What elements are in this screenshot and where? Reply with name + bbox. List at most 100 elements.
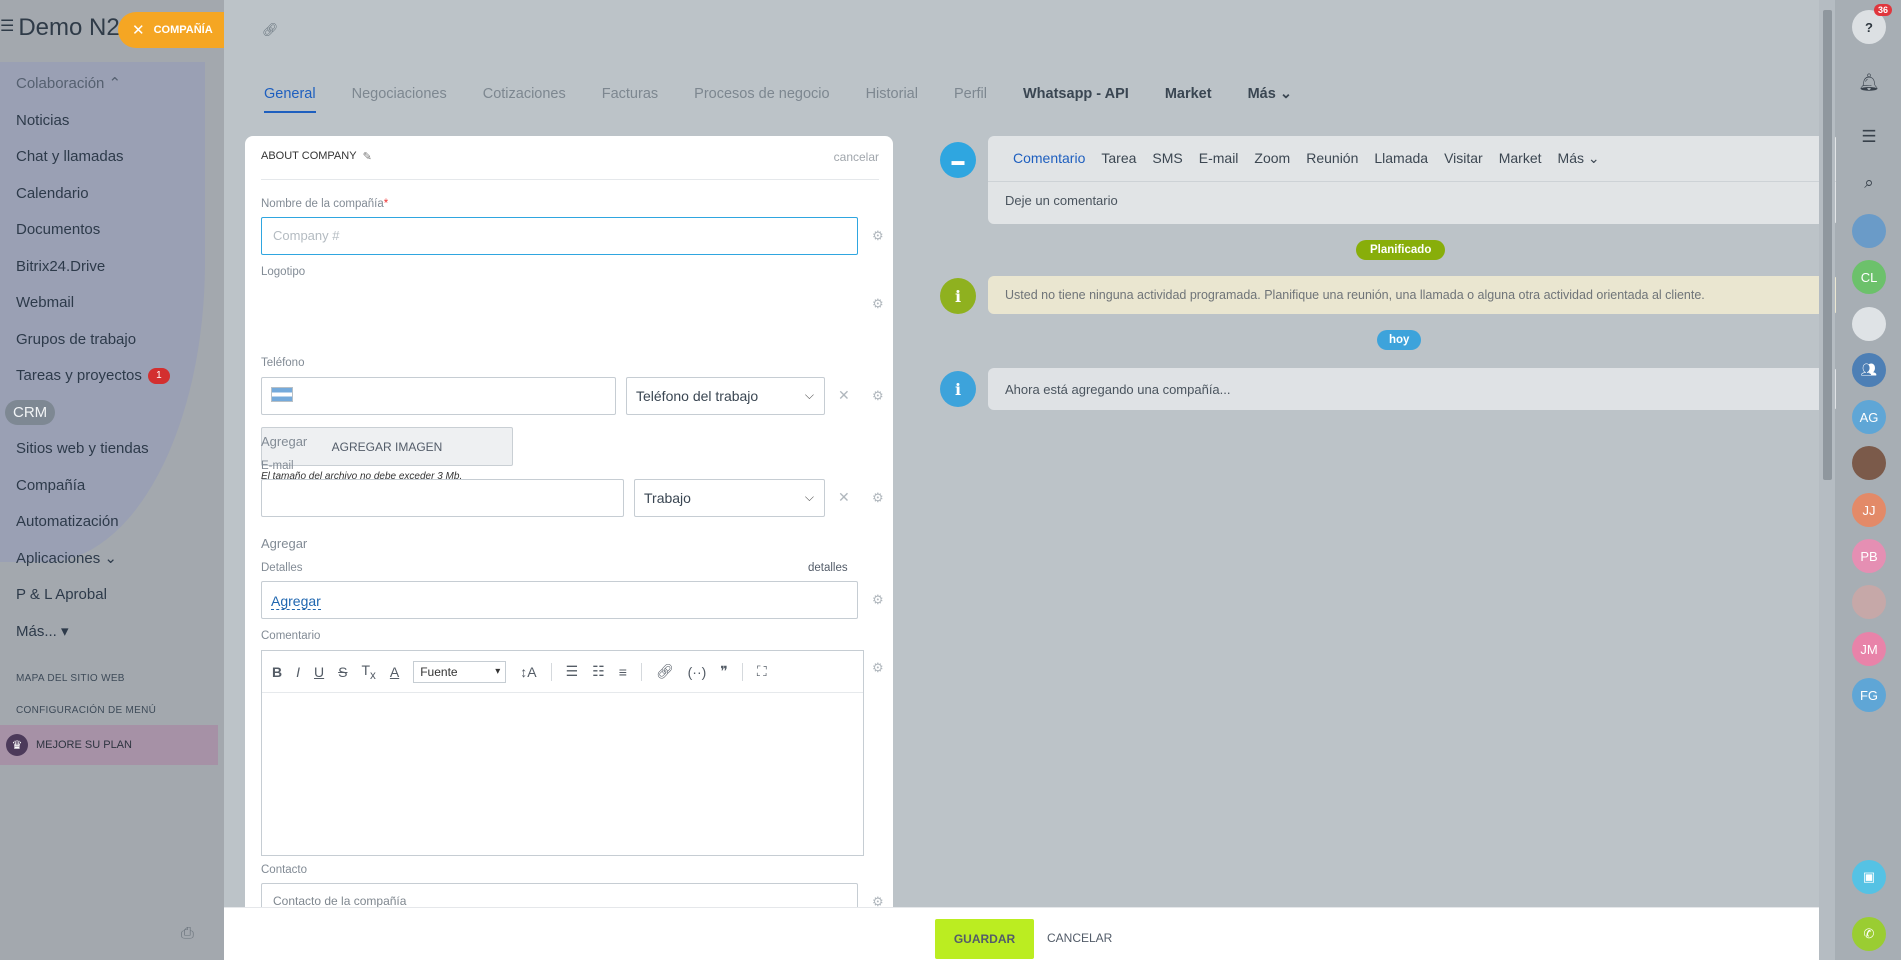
cancel-button[interactable]: CANCELAR [1047, 931, 1112, 945]
sitemap-link[interactable]: MAPA DEL SITIO WEB [16, 673, 125, 684]
details-link[interactable]: detalles [808, 562, 848, 574]
link-icon[interactable]: 🔗︎ [656, 663, 674, 680]
upgrade-plan-button[interactable]: ♛ MEJORE SU PLAN [0, 725, 218, 765]
tab-visitar[interactable]: Visitar [1444, 150, 1483, 181]
sidebar-item-sitios[interactable]: Sitios web y tiendas [16, 431, 224, 468]
telephony-icon[interactable]: ▣ [1852, 860, 1886, 894]
section-cancel-link[interactable]: cancelar [834, 150, 879, 179]
tab-mas[interactable]: Más ⌄ [1558, 150, 1600, 181]
tab-reunion[interactable]: Reunión [1306, 150, 1358, 181]
printer-icon[interactable]: ⎙ [181, 925, 199, 942]
chat-list-icon[interactable]: ☰ [1852, 120, 1886, 154]
strikethrough-icon[interactable]: S [338, 664, 347, 680]
gear-icon[interactable]: ⚙ [872, 490, 884, 506]
avatar[interactable]: JM [1852, 632, 1886, 666]
tab-cotizaciones[interactable]: Cotizaciones [483, 86, 566, 113]
sidebar-item-tareas[interactable]: Tareas y proyectos 1 [16, 358, 224, 395]
tab-sms[interactable]: SMS [1152, 150, 1182, 181]
tab-comentario[interactable]: Comentario [1013, 150, 1085, 181]
add-email-link[interactable]: Agregar [261, 536, 307, 551]
tab-whatsapp[interactable]: Whatsapp - API [1023, 86, 1129, 113]
tab-tarea[interactable]: Tarea [1101, 150, 1136, 181]
sidebar-item-automatizacion[interactable]: Automatización [16, 504, 224, 541]
align-icon[interactable]: ≡ [619, 664, 627, 680]
sidebar-item-grupos[interactable]: Grupos de trabajo [16, 322, 224, 359]
sidebar-item-chat[interactable]: Chat y llamadas [16, 139, 224, 176]
details-add-link[interactable]: Agregar [271, 593, 321, 610]
remove-phone-icon[interactable]: ✕ [838, 387, 850, 404]
search-icon[interactable]: ⌕ [1852, 166, 1886, 200]
avatar[interactable] [1852, 585, 1886, 619]
close-icon[interactable]: ✕ [132, 21, 145, 39]
company-name-input[interactable]: Company # [261, 217, 858, 255]
avatar[interactable]: 👥︎ [1852, 353, 1886, 387]
tab-market[interactable]: Market [1499, 150, 1542, 181]
sidebar-item-webmail[interactable]: Webmail [16, 285, 224, 322]
details-field[interactable]: Agregar [261, 581, 858, 619]
quote-icon[interactable]: ❞ [720, 663, 728, 680]
portal-title[interactable]: ☰ Demo N2 [0, 14, 120, 42]
bulleted-list-icon[interactable]: ☷ [592, 663, 605, 680]
sidebar-item-noticias[interactable]: Noticias [16, 103, 224, 140]
help-icon[interactable]: ? 36 [1852, 4, 1892, 44]
gear-icon[interactable]: ⚙ [872, 660, 884, 676]
link-icon[interactable]: 🔗︎ [262, 22, 279, 38]
avatar[interactable]: FG [1852, 678, 1886, 712]
remove-email-icon[interactable]: ✕ [838, 489, 850, 506]
tab-llamada[interactable]: Llamada [1374, 150, 1428, 181]
sidebar-item-mas[interactable]: Más... ▾ [16, 614, 224, 651]
pencil-icon[interactable]: ✎ [363, 150, 372, 179]
tab-mas[interactable]: Más ⌄ [1248, 86, 1292, 113]
fullscreen-icon[interactable]: ⛶ [757, 663, 767, 680]
leave-comment-prompt[interactable]: Deje un comentario [988, 182, 1838, 208]
phone-input[interactable] [261, 377, 616, 415]
sidebar-item-compania[interactable]: Compañía [16, 468, 224, 505]
tab-historial[interactable]: Historial [866, 86, 918, 113]
avatar[interactable] [1852, 446, 1886, 480]
sidebar-item-aplicaciones[interactable]: Aplicaciones ⌄ [16, 541, 224, 578]
gear-icon[interactable]: ⚙ [872, 228, 884, 244]
font-select[interactable]: Fuente [413, 660, 507, 683]
tab-perfil[interactable]: Perfil [954, 86, 987, 113]
bell-icon[interactable]: 🔔︎ [1852, 66, 1886, 100]
page-scrollbar[interactable] [1819, 0, 1835, 960]
phone-icon[interactable]: ✆ [1852, 917, 1886, 951]
underline-icon[interactable]: U [314, 664, 324, 680]
avatar[interactable] [1852, 214, 1886, 248]
tab-email[interactable]: E-mail [1199, 150, 1239, 181]
font-size-icon[interactable]: ↕A [520, 664, 536, 680]
gear-icon[interactable]: ⚙ [872, 296, 884, 312]
save-button[interactable]: GUARDAR [935, 919, 1034, 959]
avatar[interactable]: CL [1852, 260, 1886, 294]
sidebar-item-documentos[interactable]: Documentos [16, 212, 224, 249]
gear-icon[interactable]: ⚙ [872, 388, 884, 404]
remove-format-icon[interactable]: Tx [361, 662, 375, 682]
comment-editor[interactable]: B I U S Tx A Fuente ↕A ☰ ☷ ≡ 🔗︎ (··) ❞ ⛶ [261, 650, 864, 856]
tab-general[interactable]: General [264, 86, 316, 113]
numbered-list-icon[interactable]: ☰ [566, 663, 579, 680]
email-type-select[interactable]: Trabajo ⌵ [634, 479, 825, 517]
phone-type-select[interactable]: Teléfono del trabajo ⌵ [626, 377, 825, 415]
email-input[interactable] [261, 479, 624, 517]
avatar[interactable] [1852, 307, 1886, 341]
tab-negociaciones[interactable]: Negociaciones [352, 86, 447, 113]
sidebar-item-drive[interactable]: Bitrix24.Drive [16, 249, 224, 286]
scrollbar-thumb[interactable] [1823, 10, 1832, 480]
add-phone-link[interactable]: Agregar [261, 434, 307, 449]
tab-zoom[interactable]: Zoom [1254, 150, 1290, 181]
italic-icon[interactable]: I [296, 664, 300, 680]
argentina-flag-icon[interactable] [271, 387, 293, 402]
menu-icon[interactable]: ☰ [0, 16, 14, 36]
avatar[interactable]: AG [1852, 400, 1886, 434]
tab-market[interactable]: Market [1165, 86, 1212, 113]
avatar[interactable]: JJ [1852, 493, 1886, 527]
tab-facturas[interactable]: Facturas [602, 86, 658, 113]
font-color-icon[interactable]: A [390, 664, 399, 680]
bold-icon[interactable]: B [272, 664, 282, 680]
tab-procesos[interactable]: Procesos de negocio [694, 86, 829, 113]
avatar[interactable]: PB [1852, 539, 1886, 573]
code-icon[interactable]: (··) [688, 664, 707, 680]
menu-config-link[interactable]: CONFIGURACIÓN DE MENÚ [16, 705, 156, 716]
gear-icon[interactable]: ⚙ [872, 592, 884, 608]
sidebar-item-colaboracion[interactable]: Colaboración ⌃ [16, 66, 224, 103]
